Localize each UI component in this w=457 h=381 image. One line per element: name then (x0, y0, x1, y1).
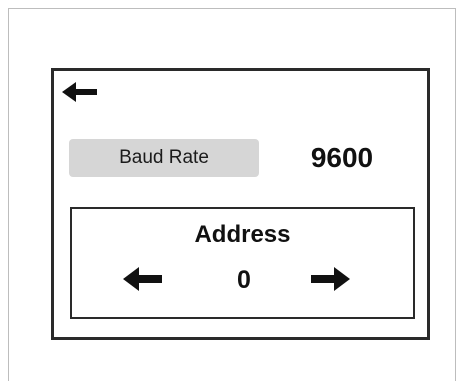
baud-rate-label: Baud Rate (69, 139, 259, 177)
address-increment-button[interactable] (310, 265, 350, 293)
arrow-left-icon (62, 82, 97, 102)
address-value: 0 (237, 266, 251, 294)
arrow-left-icon (123, 267, 162, 291)
baud-rate-value: 9600 (310, 142, 374, 173)
device-screen: Baud Rate 9600 Address 0 (51, 68, 430, 340)
address-title: Address (194, 221, 291, 248)
address-panel: Address 0 (70, 207, 415, 319)
back-button[interactable] (62, 80, 98, 104)
arrow-right-icon (311, 267, 350, 291)
address-decrement-button[interactable] (123, 265, 163, 293)
